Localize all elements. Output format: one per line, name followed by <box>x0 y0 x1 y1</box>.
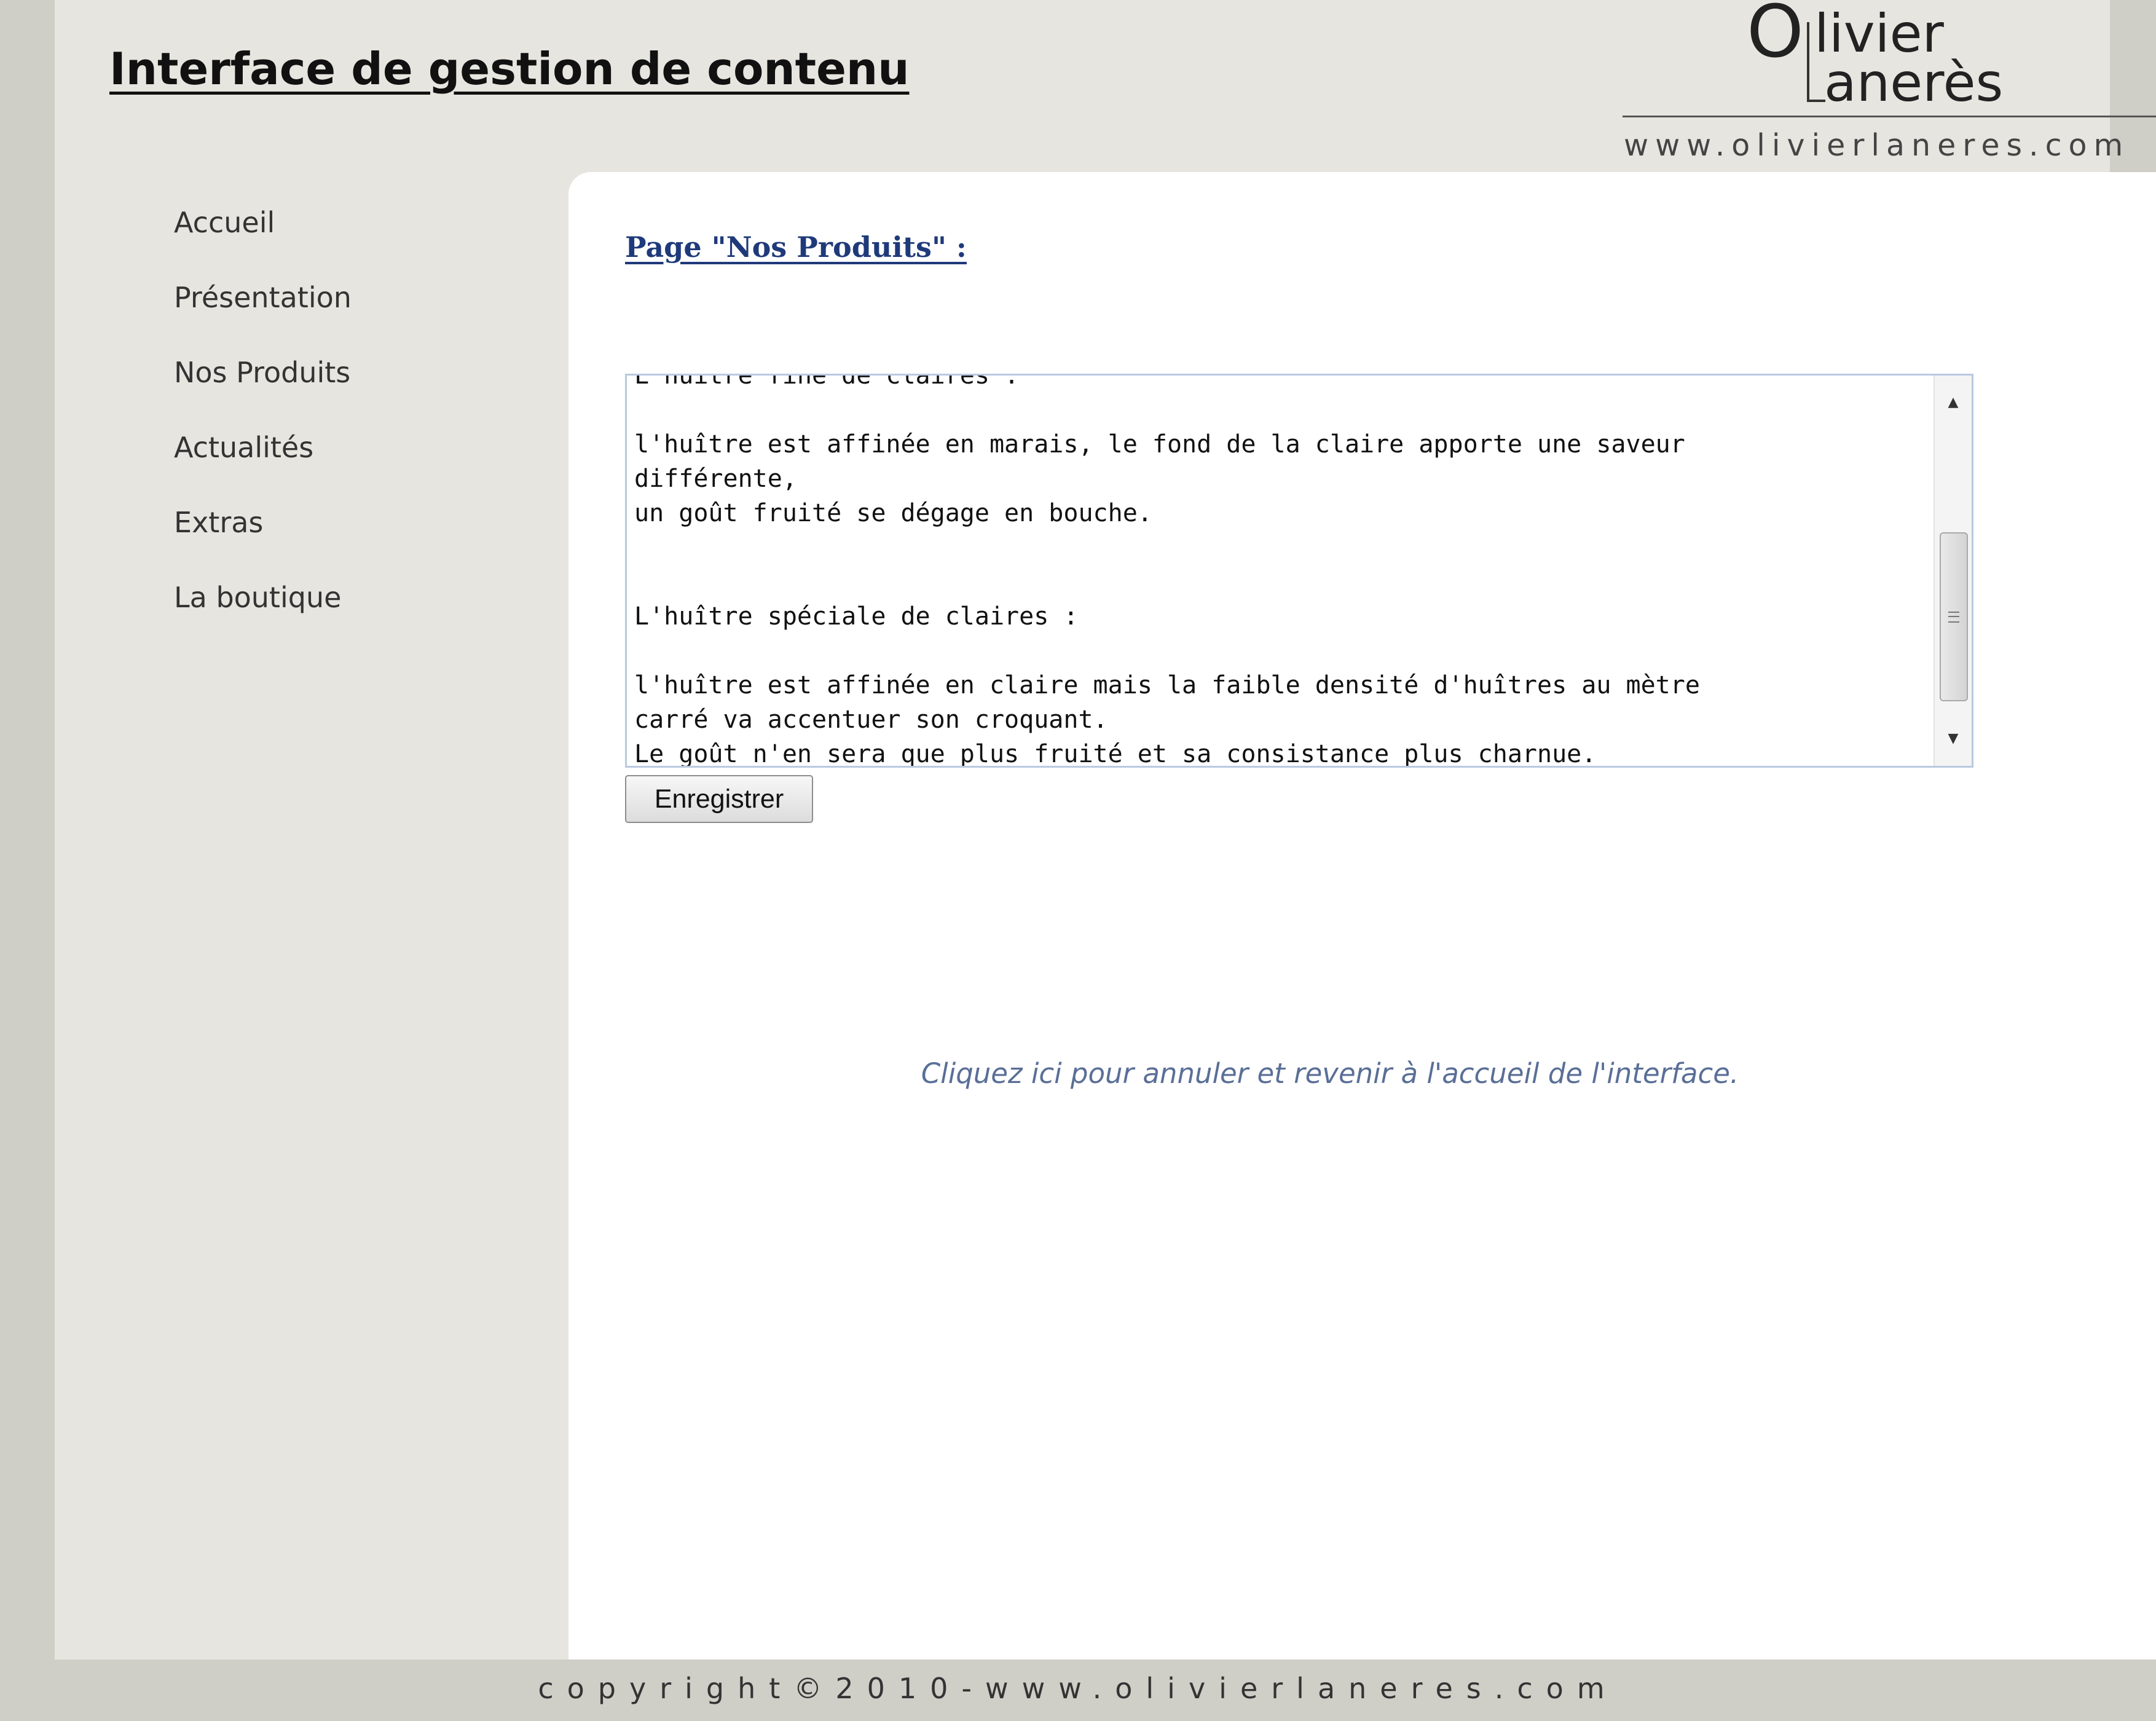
logo: O livier anerès www.olivierlaneres.com <box>1570 0 2156 172</box>
page-container: Interface de gestion de contenu O livier… <box>55 0 2156 1660</box>
site-title: Interface de gestion de contenu <box>109 43 910 95</box>
page-heading: Page "Nos Produits" : <box>625 230 967 264</box>
logo-line-2: anerès <box>1824 52 2004 114</box>
logo-rule <box>1623 116 2156 117</box>
sidebar-item-presentation[interactable]: Présentation <box>174 281 543 356</box>
scroll-up-icon[interactable]: ▲ <box>1935 384 1972 421</box>
sidebar-item-la-boutique[interactable]: La boutique <box>174 581 543 656</box>
scroll-down-icon[interactable]: ▼ <box>1935 720 1972 757</box>
logo-divider-foot <box>1807 100 1825 102</box>
content-panel: Page "Nos Produits" : L'huître fine de c… <box>569 172 2156 1660</box>
logo-letter-o: O <box>1747 0 1804 74</box>
site-url: www.olivierlaneres.com <box>1624 128 2130 163</box>
scroll-thumb[interactable] <box>1940 532 1968 701</box>
textarea-content[interactable]: L'huître fine de claires : l'huître est … <box>634 376 1925 766</box>
sidebar-item-nos-produits[interactable]: Nos Produits <box>174 356 543 431</box>
textarea-scrollbar[interactable]: ▲ ▼ <box>1934 376 1972 766</box>
cancel-link[interactable]: Cliquez ici pour annuler et revenir à l'… <box>569 1057 2091 1090</box>
logo-divider-bar <box>1807 22 1809 102</box>
sidebar-item-actualites[interactable]: Actualités <box>174 431 543 506</box>
save-button[interactable]: Enregistrer <box>625 775 813 823</box>
content-textarea[interactable]: L'huître fine de claires : l'huître est … <box>625 374 1973 768</box>
grip-icon <box>1948 611 1959 623</box>
sidebar-item-accueil[interactable]: Accueil <box>174 206 543 281</box>
footer-copyright: copyright©2010-www.olivierlaneres.com <box>538 1672 1618 1705</box>
sidebar-item-extras[interactable]: Extras <box>174 506 543 581</box>
sidebar-nav: Accueil Présentation Nos Produits Actual… <box>174 206 543 656</box>
